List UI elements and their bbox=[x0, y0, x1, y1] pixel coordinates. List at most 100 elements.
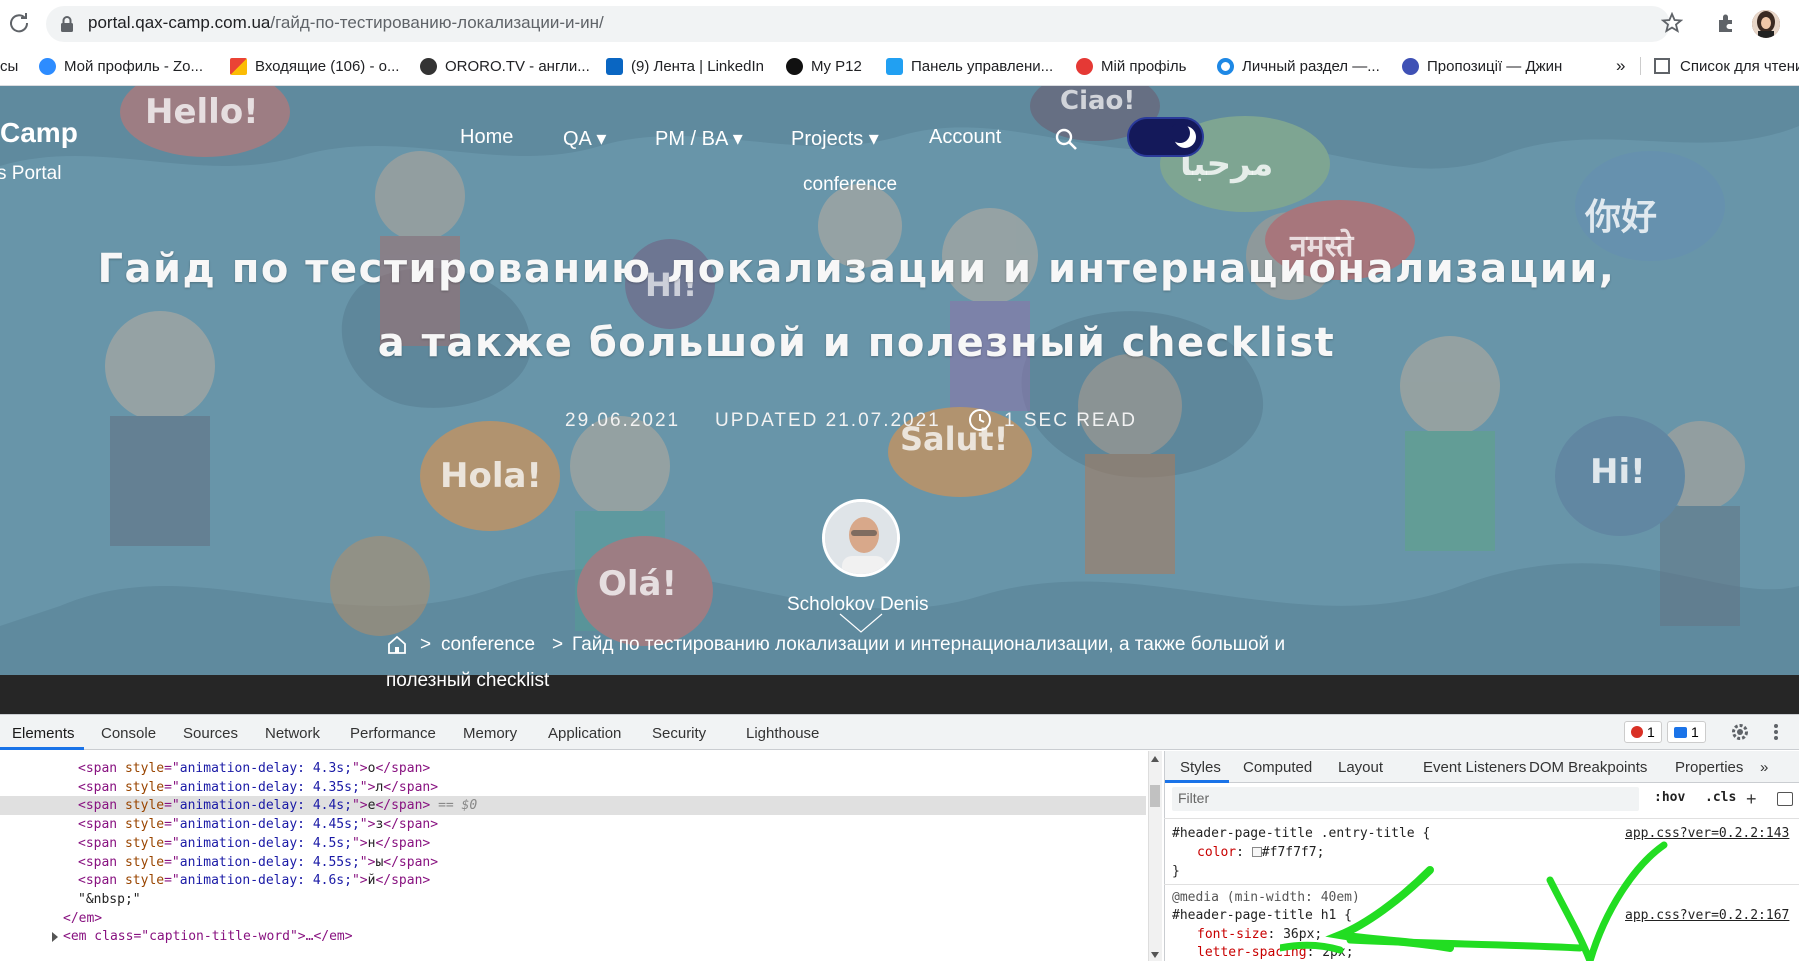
nav-projects[interactable]: Projects ▾ bbox=[791, 126, 879, 151]
dom-scrollbar[interactable] bbox=[1148, 751, 1162, 961]
add-rule-icon[interactable]: + bbox=[1746, 789, 1757, 810]
tab-application[interactable]: Application bbox=[548, 725, 621, 742]
search-icon[interactable] bbox=[1054, 127, 1078, 151]
category-label[interactable]: conference bbox=[803, 174, 897, 196]
char-value: о bbox=[367, 761, 376, 776]
dom-line-em-close[interactable]: </em> bbox=[63, 911, 102, 926]
color-swatch[interactable] bbox=[1251, 847, 1262, 857]
tab-network[interactable]: Network bbox=[265, 725, 320, 742]
reading-list-label: Список для чтени bbox=[1680, 57, 1799, 75]
bubble-hola: Hola! bbox=[440, 456, 542, 496]
more-tabs-chevron-icon[interactable]: » bbox=[1760, 759, 1768, 776]
reading-list-button[interactable]: Список для чтени bbox=[1654, 54, 1799, 78]
post-updated: UPDATED 21.07.2021 bbox=[715, 410, 941, 431]
dom-line[interactable]: <span style="animation-delay: 4.55s;">ы<… bbox=[78, 855, 438, 870]
tab-elements[interactable]: Elements bbox=[12, 725, 75, 742]
dom-line[interactable]: <span style="animation-delay: 4.6s;">й</… bbox=[78, 873, 430, 888]
dom-line[interactable]: <span style="animation-delay: 4.3s;">о</… bbox=[78, 761, 430, 776]
tab-sources[interactable]: Sources bbox=[183, 725, 238, 742]
gear-icon[interactable] bbox=[1730, 722, 1750, 742]
tab-properties[interactable]: Properties bbox=[1675, 759, 1743, 776]
tab-memory[interactable]: Memory bbox=[463, 725, 517, 742]
devtools-panel: Elements Console Sources Network Perform… bbox=[0, 714, 1799, 961]
tab-security[interactable]: Security bbox=[652, 725, 706, 742]
bookmark-item[interactable]: Мой профиль - Zo... bbox=[39, 54, 203, 78]
more-vert-icon[interactable] bbox=[1773, 723, 1779, 741]
profile-avatar[interactable] bbox=[1752, 10, 1780, 38]
bubble-nihao: 你好 bbox=[1585, 197, 1658, 238]
tab-computed[interactable]: Computed bbox=[1243, 759, 1312, 776]
delay-value: 4.55s; bbox=[312, 855, 360, 870]
bookmark-item[interactable]: сы bbox=[0, 54, 18, 78]
bookmark-item[interactable]: ORORO.TV - англи... bbox=[420, 54, 590, 78]
nav-account[interactable]: Account bbox=[929, 126, 1001, 149]
nav-qa[interactable]: QA ▾ bbox=[563, 126, 606, 151]
delay-value: 4.4s; bbox=[312, 798, 352, 813]
lock-icon[interactable] bbox=[60, 15, 74, 33]
bookmark-item[interactable]: My P12 bbox=[786, 54, 862, 78]
page-header-hero: Hello! Hi! Hola! Salut! Olá! Hi! 你好 مرحب… bbox=[0, 86, 1799, 675]
delay-value: 4.6s; bbox=[312, 873, 352, 888]
rule1-source-link[interactable]: app.css?ver=0.2.2:143 bbox=[1625, 826, 1789, 841]
bookmark-item[interactable]: Личный раздел —... bbox=[1217, 54, 1380, 78]
bookmark-star-icon[interactable] bbox=[1660, 11, 1684, 34]
bubble-hello: Hello! bbox=[145, 92, 259, 132]
rule1-close: } bbox=[1172, 864, 1180, 879]
author-avatar[interactable] bbox=[822, 499, 900, 577]
css-prop: font-size bbox=[1197, 927, 1268, 942]
dom-tree: <span style="animation-delay: 4.3s;">о</… bbox=[0, 751, 1150, 961]
breadcrumb-category[interactable]: conference bbox=[441, 634, 535, 656]
error-icon bbox=[1631, 726, 1643, 738]
toggle-sidebar-icon[interactable] bbox=[1777, 792, 1793, 806]
djinni-icon bbox=[1402, 57, 1419, 75]
scrollbar-thumb[interactable] bbox=[1150, 785, 1160, 807]
dom-line-text-node[interactable]: "&nbsp;" bbox=[78, 892, 141, 907]
expand-triangle-icon[interactable] bbox=[52, 932, 58, 942]
tab-performance[interactable]: Performance bbox=[350, 725, 436, 742]
bookmark-label: сы bbox=[0, 57, 19, 75]
styles-filter-input[interactable] bbox=[1172, 787, 1639, 811]
home-icon[interactable] bbox=[386, 634, 408, 656]
tab-layout[interactable]: Layout bbox=[1338, 759, 1383, 776]
dom-line[interactable]: <span style="animation-delay: 4.5s;">н</… bbox=[78, 836, 430, 851]
tab-dom-breakpoints[interactable]: DOM Breakpoints bbox=[1529, 759, 1647, 776]
dom-line[interactable]: <span style="animation-delay: 4.45s;">з<… bbox=[78, 817, 438, 832]
reload-icon[interactable] bbox=[8, 12, 30, 34]
url-text[interactable]: portal.qax-camp.com.ua/гайд-по-тестирова… bbox=[88, 13, 604, 33]
tab-lighthouse[interactable]: Lighthouse bbox=[746, 725, 819, 742]
dom-line-selected[interactable]: <span style="animation-delay: 4.4s;">е</… bbox=[78, 798, 477, 813]
bookmark-item[interactable]: Входящие (106) - o... bbox=[230, 54, 399, 78]
bookmark-item[interactable]: Панель управлени... bbox=[886, 54, 1053, 78]
url-path: /гайд-по-тестированию-локализации-и-ин/ bbox=[270, 13, 604, 32]
url-host: portal.qax-camp.com.ua bbox=[88, 13, 271, 32]
extensions-icon[interactable] bbox=[1715, 12, 1737, 34]
message-badge[interactable]: 1 bbox=[1667, 721, 1706, 743]
dom-line-em-next[interactable]: <em class="caption-title-word">…</em> bbox=[63, 929, 353, 944]
dom-line[interactable]: <span style="animation-delay: 4.35s;">л<… bbox=[78, 780, 438, 795]
bookmark-item[interactable]: Мій профіль bbox=[1076, 54, 1186, 78]
bookmark-label: Мій профіль bbox=[1101, 57, 1187, 75]
tab-styles[interactable]: Styles bbox=[1180, 759, 1221, 776]
bookmark-item[interactable]: (9) Лента | LinkedIn bbox=[606, 54, 764, 78]
nav-home[interactable]: Home bbox=[460, 126, 513, 149]
bubble-ciao: Ciao! bbox=[1060, 86, 1136, 116]
rule1-selector[interactable]: #header-page-title .entry-title { bbox=[1172, 826, 1430, 841]
site-logo-subtitle: s Portal bbox=[0, 163, 62, 184]
cls-toggle[interactable]: .cls bbox=[1705, 790, 1736, 805]
scroll-up-icon[interactable] bbox=[1151, 756, 1159, 762]
delay-value: 4.5s; bbox=[312, 836, 352, 851]
moon-icon bbox=[1170, 123, 1198, 150]
delay-value: 4.35s; bbox=[312, 780, 360, 795]
error-badge[interactable]: 1 bbox=[1624, 721, 1662, 743]
scroll-down-icon[interactable] bbox=[1151, 952, 1159, 958]
hov-toggle[interactable]: :hov bbox=[1654, 790, 1685, 805]
dark-mode-toggle[interactable] bbox=[1127, 117, 1204, 157]
nav-pm-ba[interactable]: PM / BA ▾ bbox=[655, 126, 743, 151]
char-value: й bbox=[367, 873, 376, 888]
bookmark-item[interactable]: Пропозиції — Джин bbox=[1402, 54, 1562, 78]
site-logo-title[interactable]: Camp bbox=[0, 117, 78, 149]
tab-console[interactable]: Console bbox=[101, 725, 156, 742]
more-bookmarks-button[interactable]: » bbox=[1616, 54, 1625, 78]
entry-title-line1: Гайд по тестированию локализации и интер… bbox=[97, 246, 1616, 292]
tab-event-listeners[interactable]: Event Listeners bbox=[1423, 759, 1526, 776]
